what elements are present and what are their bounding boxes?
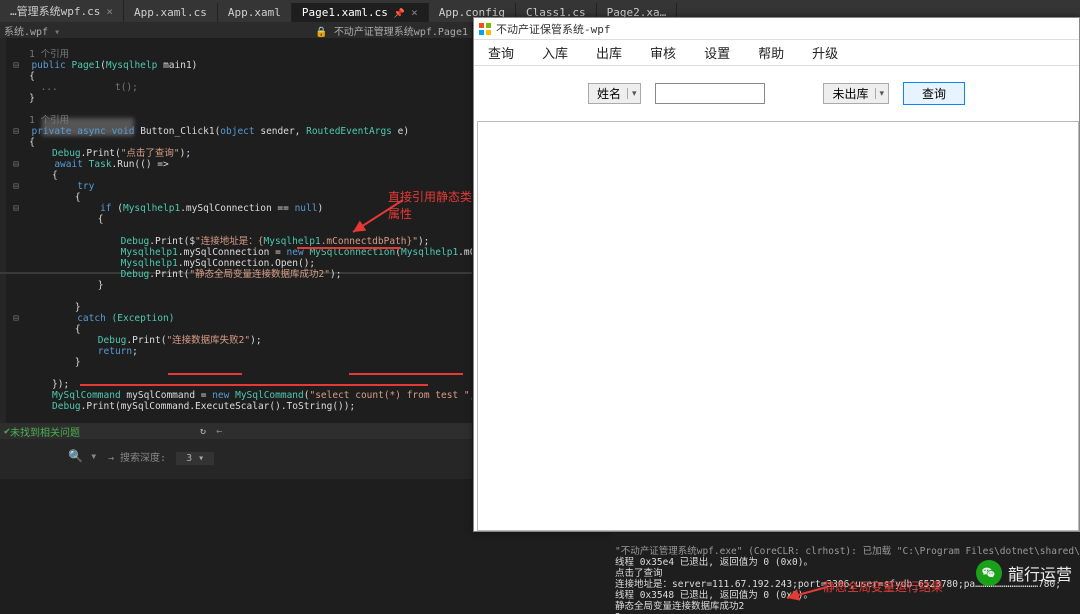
annotation-underline [349, 373, 463, 375]
tab[interactable]: App.xaml [218, 3, 292, 22]
wpf-app-window: 不动产证保管系统-wpf 查询 入库 出库 审核 设置 帮助 升级 姓名▾ 未出… [473, 17, 1080, 532]
search-icon[interactable]: 🔍 ▾ [68, 449, 97, 463]
annotation-arrow [783, 584, 829, 602]
breadcrumb-right[interactable]: 🔒 不动产证管理系统wpf.Page1 [315, 23, 472, 38]
code-editor[interactable]: 1 个引用 ⊟ public Page1(Mysqlhelp main1) { … [0, 38, 472, 423]
menu-item[interactable]: 入库 [528, 43, 582, 62]
close-icon[interactable]: × [106, 5, 113, 18]
menu-item[interactable]: 升级 [798, 43, 852, 62]
close-icon[interactable]: × [411, 6, 418, 19]
status-combo[interactable]: 未出库▾ [823, 83, 889, 104]
menu-item[interactable]: 审核 [636, 43, 690, 62]
annotation-underline [168, 373, 242, 375]
search-button[interactable]: 查询 [903, 82, 965, 105]
breadcrumb: 系统.wpf ▾ 🔒 不动产证管理系统wpf.Page1 [0, 22, 472, 38]
wpf-titlebar: 不动产证保管系统-wpf [474, 18, 1079, 40]
menu-item[interactable]: 出库 [582, 43, 636, 62]
search-panel: 🔍 ▾ → 搜索深度: 3 ▾ [0, 439, 472, 479]
watermark-text: 龍行运营 [1008, 561, 1072, 585]
menu-item[interactable]: 帮助 [744, 43, 798, 62]
pin-icon[interactable]: 📌 [394, 9, 405, 19]
search-depth: → 搜索深度: 3 ▾ [108, 449, 214, 465]
field-combo[interactable]: 姓名▾ [588, 83, 642, 104]
depth-selector[interactable]: 3 ▾ [176, 452, 214, 465]
chevron-down-icon: ▾ [627, 88, 637, 99]
breadcrumb-left[interactable]: 系统.wpf ▾ [0, 23, 315, 38]
app-icon [478, 22, 492, 36]
tab[interactable]: …管理系统wpf.cs× [0, 0, 124, 22]
wpf-title-text: 不动产证保管系统-wpf [496, 21, 611, 37]
menu-item[interactable]: 设置 [690, 43, 744, 62]
wechat-icon [976, 560, 1002, 586]
wpf-menu: 查询 入库 出库 审核 设置 帮助 升级 [474, 40, 1079, 66]
search-input[interactable] [655, 83, 765, 104]
annotation-underline [80, 384, 428, 386]
left-arrow-icon[interactable]: ← [216, 426, 222, 437]
error-list-status: ✔ 未找到相关问题 ↻ ← [0, 423, 472, 439]
wpf-content [477, 121, 1079, 531]
menu-item[interactable]: 查询 [474, 43, 528, 62]
tab[interactable]: App.xaml.cs [124, 3, 218, 22]
tab-active[interactable]: Page1.xaml.cs📌× [292, 3, 429, 22]
refresh-icon[interactable]: ↻ [200, 426, 206, 437]
annotation-label: 直接引用静态类属性 [388, 188, 472, 222]
annotation-label: 静态全局变量运行结果 [823, 578, 943, 595]
watermark: 龍行运营 [976, 560, 1072, 586]
annotation-underline [297, 247, 401, 249]
chevron-down-icon: ▾ [875, 88, 885, 99]
wpf-toolbar: 姓名▾ 未出库▾ 查询 [474, 66, 1079, 120]
